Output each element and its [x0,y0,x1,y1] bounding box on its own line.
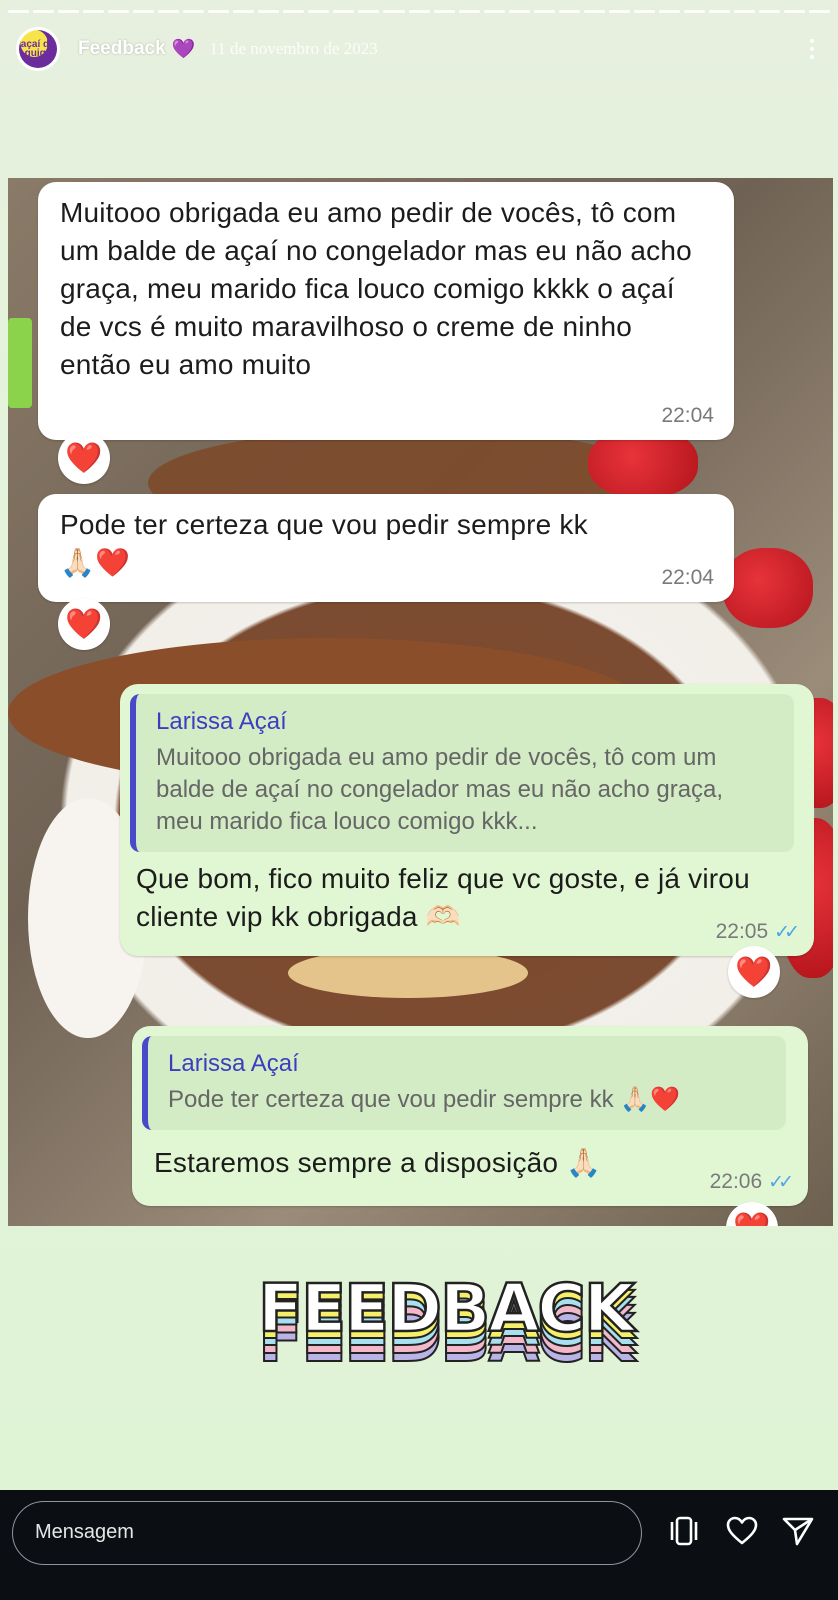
quoted-message[interactable]: Larissa Açaí Pode ter certeza que vou pe… [142,1036,786,1130]
message-time: 22:04 [661,566,714,589]
chat-message-outgoing: Larissa Açaí Muitooo obrigada eu amo ped… [120,684,814,956]
heart-reaction-icon[interactable]: ❤️ [728,946,780,998]
read-ticks-icon: ✓✓ [774,921,800,943]
quote-text: Muitooo obrigada eu amo pedir de vocês, … [156,744,724,835]
chat-message-incoming: Muitooo obrigada eu amo pedir de vocês, … [38,182,734,440]
heart-reaction-icon[interactable]: ❤️ [58,598,110,650]
chat-screenshot-photo: Muitooo obrigada eu amo pedir de vocês, … [8,178,833,1226]
story-date: 11 de novembro de 2023 [209,39,378,58]
message-time: 22:06 ✓✓ [709,1170,794,1193]
message-input[interactable]: Mensagem [12,1501,642,1565]
quote-text: Pode ter certeza que vou pedir sempre kk… [168,1086,681,1113]
story-header: açaí do guiga Feedback 💜 11 de novembro … [16,26,822,72]
message-text: Que bom, fico muito feliz que vc goste, … [136,863,750,932]
copy-icon[interactable] [664,1511,704,1551]
heart-icon[interactable] [722,1511,762,1551]
message-time: 22:04 [661,404,714,427]
green-lid [8,318,32,408]
send-icon[interactable] [778,1511,818,1551]
message-text: Muitooo obrigada eu amo pedir de vocês, … [60,197,692,380]
read-ticks-icon: ✓✓ [768,1171,794,1193]
quoted-message[interactable]: Larissa Açaí Muitooo obrigada eu amo ped… [130,694,794,852]
feedback-sticker: FEEDBACK FEEDBACK FEEDBACK FEEDBACK FEED… [257,1269,637,1380]
story-footer: Mensagem [0,1490,838,1600]
purple-heart-emoji: 💜 [171,39,196,60]
story-progress-bar [8,10,831,13]
strawberry-image [723,548,813,628]
chat-message-incoming: Pode ter certeza que vou pedir sempre kk… [38,494,734,602]
message-text: Estaremos sempre a disposição 🙏🏻 [154,1147,602,1178]
quote-author: Larissa Açaí [156,708,287,735]
username[interactable]: Feedback [78,38,166,60]
story-frame: açaí do guiga Feedback 💜 11 de novembro … [0,0,838,1490]
quote-author: Larissa Açaí [168,1050,299,1077]
message-time: 22:05 ✓✓ [715,920,800,943]
more-options-icon[interactable] [802,34,822,64]
chat-message-outgoing: Larissa Açaí Pode ter certeza que vou pe… [132,1026,808,1206]
sticker-text: FEEDBACK [257,1269,637,1349]
heart-reaction-icon[interactable]: ❤️ [58,432,110,484]
acai-logo-icon: açaí do guiga [19,30,57,68]
avatar[interactable]: açaí do guiga [16,27,60,71]
message-text: Pode ter certeza que vou pedir sempre kk… [60,509,588,578]
